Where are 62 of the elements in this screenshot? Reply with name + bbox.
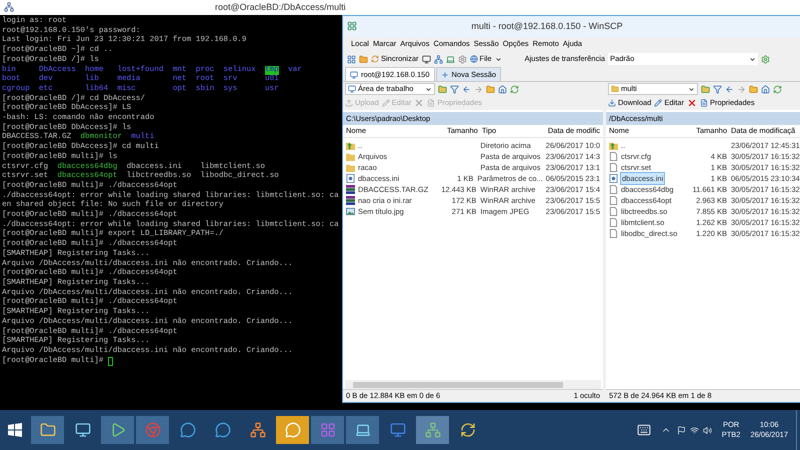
- settings-icon[interactable]: [458, 54, 467, 64]
- caret-icon: [688, 86, 695, 92]
- network-icon[interactable]: [434, 54, 443, 64]
- download-icon: [608, 99, 616, 107]
- volume-icon[interactable]: [702, 426, 712, 434]
- back-icon[interactable]: [462, 84, 471, 94]
- caret-icon: [749, 56, 756, 62]
- window-title: root@OracleBD:/DbAccess/multi: [215, 0, 346, 14]
- refresh-icon[interactable]: [510, 84, 519, 94]
- windows-logo-icon: [8, 423, 22, 437]
- laptop-icon: [354, 422, 370, 438]
- folder-icon[interactable]: [359, 54, 368, 64]
- parent-folder-icon[interactable]: [749, 84, 758, 94]
- globe-icon: [470, 55, 478, 63]
- back-icon[interactable]: [725, 84, 734, 94]
- taskbar-button[interactable]: [101, 416, 134, 444]
- image-file-icon: [346, 207, 355, 216]
- caret-icon: [425, 86, 432, 92]
- folder-icon: [40, 422, 56, 438]
- archive-icon: [346, 196, 355, 205]
- parent-folder-icon[interactable]: [486, 84, 495, 94]
- network-icon: [250, 422, 266, 438]
- delete-icon[interactable]: [686, 98, 697, 108]
- chat-icon: [214, 422, 230, 438]
- chat-icon: [180, 422, 196, 438]
- window-title: multi - root@192.168.0.150 - WinSCP: [471, 20, 623, 33]
- network-status-icon[interactable]: [690, 426, 699, 434]
- filter-icon[interactable]: [713, 84, 722, 94]
- refresh-icon[interactable]: [773, 84, 782, 94]
- terminal-cursor: [108, 356, 114, 366]
- folder-up-icon: [346, 141, 355, 150]
- forward-icon[interactable]: [737, 84, 746, 94]
- folder-up-icon: [609, 141, 618, 150]
- folder-icon[interactable]: [438, 84, 447, 94]
- filter-icon[interactable]: [450, 84, 459, 94]
- media-player-icon: [110, 422, 126, 438]
- caret-icon: [494, 56, 502, 62]
- edit-icon: [654, 99, 662, 107]
- grid-icon[interactable]: [347, 54, 356, 64]
- home-icon[interactable]: [761, 84, 770, 94]
- horizontal-scrollbar[interactable]: [345, 380, 601, 389]
- upload-icon: [345, 99, 353, 107]
- settings-icon[interactable]: [761, 54, 770, 64]
- properties-icon: [700, 99, 708, 107]
- flag-icon[interactable]: [676, 426, 686, 434]
- archive-icon: [346, 185, 355, 194]
- folder-icon: [611, 85, 619, 93]
- sync-icon: [371, 55, 379, 63]
- plus-icon: [440, 70, 448, 78]
- forward-icon[interactable]: [474, 84, 483, 94]
- folder-icon[interactable]: [701, 84, 710, 94]
- edit-icon: [382, 99, 390, 107]
- monitor-icon: [350, 70, 358, 78]
- taskbar-button[interactable]: [346, 416, 379, 444]
- monitor-icon: [74, 422, 90, 438]
- keyboard-icon[interactable]: [636, 423, 651, 437]
- settings-file-icon: [609, 174, 618, 183]
- network-icon: [424, 422, 440, 438]
- desktop-icon: [348, 85, 356, 93]
- properties-icon: [427, 99, 436, 107]
- settings-file-icon: [346, 174, 355, 183]
- home-icon[interactable]: [498, 84, 507, 94]
